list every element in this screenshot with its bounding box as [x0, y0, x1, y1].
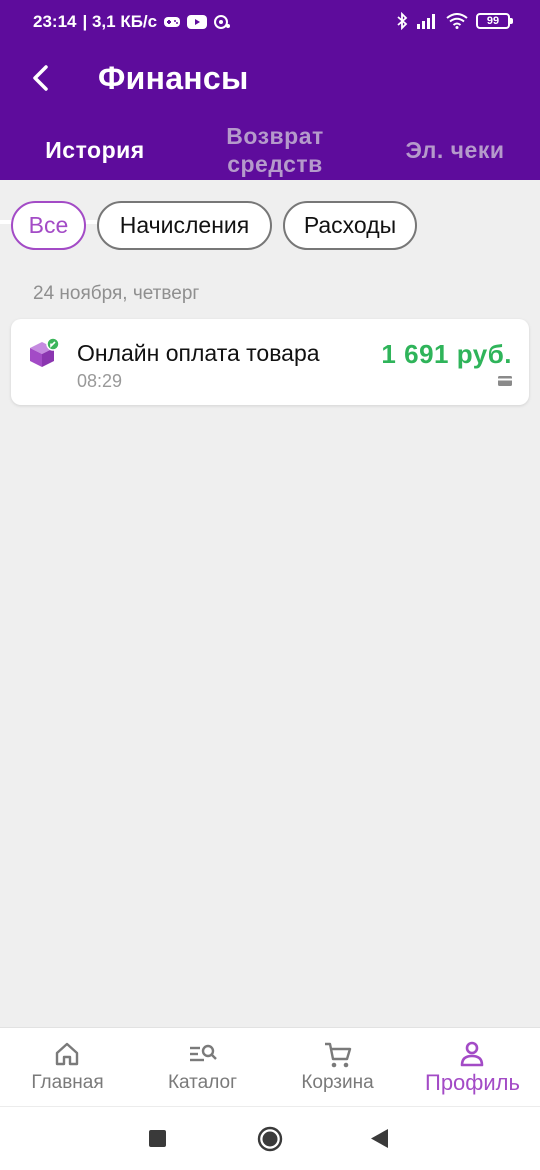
youtube-icon	[187, 15, 208, 29]
parcel-payment-icon	[30, 337, 60, 367]
system-navigation-bar	[0, 1106, 540, 1170]
battery-icon: 99	[476, 13, 513, 29]
home-icon	[55, 1042, 79, 1066]
tab-refunds[interactable]: Возврат средств	[190, 120, 360, 180]
app-bar: Финансы История Возврат средств Эл. чеки	[0, 44, 540, 224]
home-button-icon[interactable]	[257, 1126, 283, 1152]
status-left: 23:14 | 3,1 КБ/с	[33, 12, 231, 32]
tab-receipts[interactable]: Эл. чеки	[370, 120, 540, 180]
filter-accruals-chip[interactable]: Начисления	[97, 201, 272, 250]
profile-icon	[460, 1041, 484, 1067]
bottom-navigation: Главная Каталог Корзина Профиль	[0, 1027, 540, 1106]
cart-icon	[325, 1042, 352, 1068]
bluetooth-icon	[397, 12, 408, 30]
gamepad-icon	[164, 17, 181, 27]
filter-chips: Все Начисления Расходы	[11, 201, 417, 250]
status-right: 99	[396, 12, 513, 30]
nav-home-label: Главная	[31, 1072, 104, 1093]
nav-catalog-label: Каталог	[167, 1072, 238, 1093]
nav-cart-label: Корзина	[301, 1072, 374, 1093]
transaction-amount: 1 691 руб.	[381, 339, 512, 369]
back-arrow-icon	[33, 65, 48, 91]
tab-history[interactable]: История	[0, 120, 190, 180]
page-title: Финансы	[98, 60, 249, 96]
status-time: 23:14	[33, 12, 77, 31]
nav-profile[interactable]: Профиль	[405, 1028, 540, 1107]
status-bar: 23:14 | 3,1 КБ/с 99	[0, 0, 540, 44]
back-button[interactable]	[22, 60, 58, 96]
transaction-title: Онлайн оплата товара	[77, 340, 320, 366]
card-payment-icon	[498, 376, 512, 386]
filter-expenses-chip[interactable]: Расходы	[283, 201, 417, 250]
nav-cart[interactable]: Корзина	[270, 1028, 405, 1107]
signal-icon	[417, 14, 435, 29]
catalog-search-icon	[190, 1044, 217, 1062]
nav-profile-label: Профиль	[425, 1070, 520, 1095]
transaction-time: 08:29	[77, 371, 123, 389]
status-network-speed: | 3,1 КБ/с	[82, 12, 158, 31]
back-button-icon[interactable]	[371, 1129, 389, 1148]
filter-all-chip[interactable]: Все	[11, 201, 86, 250]
transaction-card[interactable]: Онлайн оплата товара 08:29 1 691 руб.	[11, 319, 529, 405]
nav-home[interactable]: Главная	[0, 1028, 135, 1107]
notification-app-icon	[214, 15, 231, 29]
date-header: 24 ноября, четверг	[33, 283, 200, 304]
recents-button-icon[interactable]	[149, 1130, 166, 1147]
wifi-icon	[446, 13, 468, 29]
nav-catalog[interactable]: Каталог	[135, 1028, 270, 1107]
